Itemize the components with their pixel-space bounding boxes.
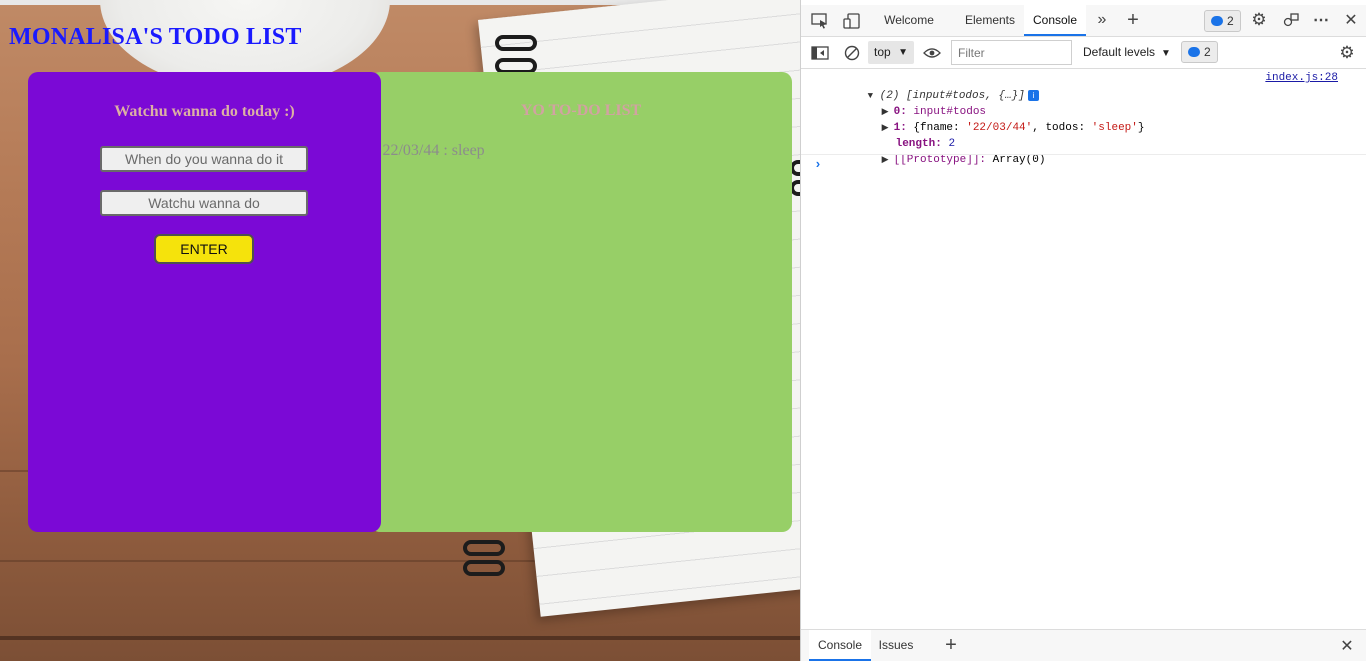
log-levels-label: Default levels xyxy=(1083,45,1156,59)
more-tabs-icon[interactable]: » xyxy=(1092,10,1112,30)
issues-badge[interactable]: 2 xyxy=(1204,10,1241,32)
filter-input[interactable] xyxy=(951,40,1072,65)
customize-icon[interactable] xyxy=(1281,10,1301,30)
context-select[interactable]: top ▼ xyxy=(868,41,914,64)
issues-count: 2 xyxy=(1227,14,1234,28)
todo-form-heading: Watchu wanna do today :) xyxy=(114,103,295,120)
notebook-ring xyxy=(463,540,505,556)
add-tab-icon[interactable]: + xyxy=(1123,9,1143,31)
message-bubble-icon xyxy=(1188,47,1200,57)
live-expression-icon[interactable] xyxy=(922,43,942,63)
array-item-0[interactable]: ▶ 0: input#todos xyxy=(842,88,986,118)
drawer-tab-issues[interactable]: Issues xyxy=(873,630,919,661)
todo-list-panel: YO TO-DO LIST i. 22/03/44 : sleep xyxy=(370,72,792,532)
dropdown-arrow-icon: ▼ xyxy=(1161,48,1171,59)
prototype-key: [[Prototype]]: xyxy=(893,154,987,166)
more-options-icon[interactable]: ⋯ xyxy=(1311,10,1331,30)
clear-console-icon[interactable] xyxy=(842,43,862,63)
console-output: index.js:28 ▼ (2) [input#todos, {…}] i ▶ 0:… xyxy=(801,69,1366,629)
prototype-value: Array(0) xyxy=(992,154,1046,166)
page-title: MONALISA'S TODO LIST xyxy=(9,24,302,50)
notebook-ring xyxy=(495,35,537,51)
context-select-value: top xyxy=(874,45,891,59)
source-link[interactable]: index.js:28 xyxy=(1265,72,1338,84)
log-levels-dropdown[interactable]: Default levels ▼ xyxy=(1083,37,1171,68)
tab-welcome[interactable]: Welcome xyxy=(875,5,943,36)
fname-value: '22/03/44' xyxy=(966,122,1033,134)
array-length: length: 2 xyxy=(856,120,955,150)
close-icon[interactable]: ✕ xyxy=(1341,10,1361,30)
todo-list: i. 22/03/44 : sleep xyxy=(370,142,485,160)
dropdown-arrow-icon: ▼ xyxy=(898,47,908,58)
messages-badge[interactable]: 2 xyxy=(1181,41,1218,63)
sidebar-toggle-icon[interactable] xyxy=(810,43,830,63)
devtools-tabbar: Welcome Elements Console » + 2 ⚙ ⋯ ✕ xyxy=(801,5,1366,37)
console-toolbar: top ▼ Default levels ▼ 2 ⚙ xyxy=(801,37,1366,69)
info-icon: i xyxy=(1027,89,1039,101)
console-separator xyxy=(801,154,1366,155)
message-bubble-icon xyxy=(1211,16,1223,26)
devtools-drawer: Console Issues + ✕ xyxy=(801,629,1366,661)
todo-list-heading: YO TO-DO LIST xyxy=(520,102,642,119)
devtools-panel: Welcome Elements Console » + 2 ⚙ ⋯ ✕ top… xyxy=(800,0,1366,661)
array-prototype[interactable]: ▶ [[Prototype]]: Array(0) xyxy=(842,136,1046,166)
enter-button[interactable]: ENTER xyxy=(154,234,254,264)
inspect-icon[interactable] xyxy=(810,11,830,31)
device-toggle-icon[interactable] xyxy=(842,11,862,31)
todo-item-text: 22/03/44 : sleep xyxy=(382,142,485,159)
drawer-tab-console[interactable]: Console xyxy=(809,630,871,661)
settings-icon[interactable]: ⚙ xyxy=(1249,10,1269,30)
object-close: } xyxy=(1137,122,1145,134)
browser-viewport: MONALISA'S TODO LIST YO TO-DO LIST i. 22… xyxy=(0,0,800,661)
todos-value: 'sleep' xyxy=(1091,122,1138,134)
console-settings-icon[interactable]: ⚙ xyxy=(1337,43,1357,63)
tab-elements[interactable]: Elements xyxy=(957,5,1023,36)
when-input[interactable] xyxy=(100,146,308,172)
close-drawer-icon[interactable]: ✕ xyxy=(1337,636,1357,656)
tab-console[interactable]: Console xyxy=(1024,5,1086,36)
add-drawer-tab-icon[interactable]: + xyxy=(941,634,961,656)
todo-item: i. 22/03/44 : sleep xyxy=(370,142,485,160)
todo-form-panel: Watchu wanna do today :) ENTER xyxy=(28,72,381,532)
messages-count: 2 xyxy=(1204,45,1211,59)
notebook-ring xyxy=(463,560,505,576)
todo-input[interactable] xyxy=(100,190,308,216)
console-prompt-icon[interactable]: › xyxy=(814,157,822,172)
array-item-1[interactable]: ▶ 1: {fname: '22/03/44', todos: 'sleep'} xyxy=(842,104,1145,134)
wood-plank-line xyxy=(0,636,800,640)
console-log-entry[interactable]: ▼ (2) [input#todos, {…}] i xyxy=(828,72,1039,102)
object-mid: , todos: xyxy=(1032,122,1092,134)
